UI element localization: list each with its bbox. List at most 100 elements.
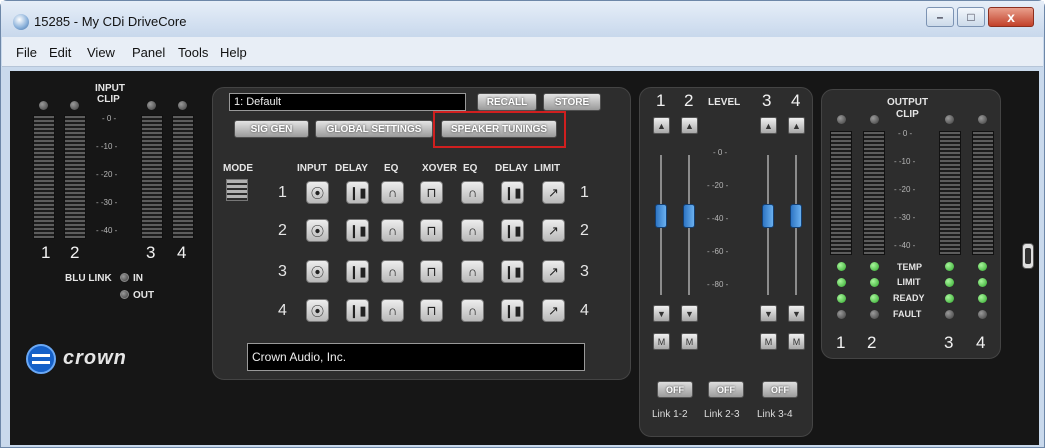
menu-tools[interactable]: Tools <box>178 45 208 60</box>
output-scale-0: - 0 - <box>898 129 913 138</box>
highlight-box <box>433 111 566 148</box>
eq-icon[interactable]: ∩ <box>381 299 404 322</box>
xover-icon[interactable]: ⊓ <box>420 260 443 283</box>
delay-output-icon[interactable]: ❙▮ <box>501 299 524 322</box>
level-fader-3[interactable] <box>762 204 774 228</box>
drivecore-panel: INPUT CLIP - 0 - - -10 - - -20 - - -30 -… <box>10 71 1039 445</box>
blu-link-in-radio[interactable] <box>120 273 129 282</box>
eq-filter-icon[interactable]: ∩ <box>461 219 484 242</box>
row-label-left: 4 <box>278 302 287 319</box>
delay-output-icon[interactable]: ❙▮ <box>501 219 524 242</box>
level-up-1[interactable]: ▲ <box>653 117 670 134</box>
row-label-right: 1 <box>580 184 589 201</box>
recall-button[interactable]: RECALL <box>477 93 537 111</box>
input-icon[interactable]: ⦿ <box>306 299 329 322</box>
limit-icon[interactable]: ↗ <box>542 181 565 204</box>
ready-label: READY <box>893 293 925 303</box>
store-button[interactable]: STORE <box>543 93 601 111</box>
link-1-2-button[interactable]: OFF <box>657 381 693 398</box>
level-ch-2: 2 <box>684 91 694 110</box>
delay-icon[interactable]: ❙▮ <box>346 181 369 204</box>
output-scale-40: - -40 - <box>894 241 916 250</box>
eq-filter-icon[interactable]: ∩ <box>461 181 484 204</box>
level-fader-2[interactable] <box>683 204 695 228</box>
limit-icon[interactable]: ↗ <box>542 260 565 283</box>
crown-logo-mark-2 <box>32 361 50 364</box>
level-down-2[interactable]: ▼ <box>681 305 698 322</box>
blu-link-out-radio[interactable] <box>120 290 129 299</box>
delay-icon[interactable]: ❙▮ <box>346 219 369 242</box>
limit-led-3 <box>945 278 954 287</box>
link-3-4-button[interactable]: OFF <box>762 381 798 398</box>
clip-led-2 <box>70 101 79 110</box>
mode-grid-icon[interactable] <box>226 179 248 201</box>
mute-button-4[interactable]: M <box>788 333 805 350</box>
xover-icon[interactable]: ⊓ <box>420 299 443 322</box>
input-icon[interactable]: ⦿ <box>306 260 329 283</box>
maximize-button[interactable]: □ <box>957 7 985 27</box>
limit-led-2 <box>870 278 879 287</box>
link-2-3-button[interactable]: OFF <box>708 381 744 398</box>
panel-nav-handle[interactable] <box>1022 243 1034 269</box>
global-settings-button[interactable]: GLOBAL SETTINGS <box>315 120 433 138</box>
input-header: INPUT <box>297 163 327 174</box>
level-fader-4[interactable] <box>790 204 802 228</box>
level-down-3[interactable]: ▼ <box>760 305 777 322</box>
level-ch-4: 4 <box>791 91 801 110</box>
ready-led-1 <box>837 294 846 303</box>
xover-icon[interactable]: ⊓ <box>420 219 443 242</box>
level-up-3[interactable]: ▲ <box>760 117 777 134</box>
output-channel-1: 1 <box>836 333 846 352</box>
limit-icon[interactable]: ↗ <box>542 299 565 322</box>
input-icon[interactable]: ⦿ <box>306 181 329 204</box>
eq-icon[interactable]: ∩ <box>381 181 404 204</box>
input-icon[interactable]: ⦿ <box>306 219 329 242</box>
row-label-right: 4 <box>580 302 589 319</box>
level-up-4[interactable]: ▲ <box>788 117 805 134</box>
close-button[interactable]: x <box>988 7 1034 27</box>
level-title: LEVEL <box>708 97 741 108</box>
fault-led-4 <box>978 310 987 319</box>
mute-button-3[interactable]: M <box>760 333 777 350</box>
level-up-2[interactable]: ▲ <box>681 117 698 134</box>
out-clip-led-3 <box>945 115 954 124</box>
menu-panel[interactable]: Panel <box>132 45 165 60</box>
output-channel-3: 3 <box>944 333 954 352</box>
input-channel-4: 4 <box>177 243 187 262</box>
row-label-left: 3 <box>278 263 287 280</box>
level-scale-40: - -40 - <box>707 214 729 223</box>
delay-output-icon[interactable]: ❙▮ <box>501 260 524 283</box>
eq-filter-icon[interactable]: ∩ <box>461 299 484 322</box>
blu-link-label: BLU LINK <box>65 273 112 284</box>
preset-field[interactable]: 1: Default <box>229 93 466 111</box>
input-channel-2: 2 <box>70 243 80 262</box>
menu-file[interactable]: File <box>16 45 37 60</box>
menu-edit[interactable]: Edit <box>49 45 71 60</box>
menu-help[interactable]: Help <box>220 45 247 60</box>
minimize-button[interactable]: – <box>926 7 954 27</box>
input-title: INPUT <box>95 83 125 94</box>
link-2-3-label: Link 2-3 <box>704 409 740 420</box>
sig-gen-button[interactable]: SIG GEN <box>234 120 309 138</box>
eq-icon[interactable]: ∩ <box>381 219 404 242</box>
mute-button-1[interactable]: M <box>653 333 670 350</box>
temp-led-2 <box>870 262 879 271</box>
delay-output-icon[interactable]: ❙▮ <box>501 181 524 204</box>
clip-led-3 <box>147 101 156 110</box>
row-label-right: 3 <box>580 263 589 280</box>
delay-icon[interactable]: ❙▮ <box>346 260 369 283</box>
title-bar: 15285 - My CDi DriveCore – □ x <box>1 1 1044 37</box>
level-down-4[interactable]: ▼ <box>788 305 805 322</box>
input-meter-2 <box>64 115 86 239</box>
eq-filter-icon[interactable]: ∩ <box>461 260 484 283</box>
mute-button-2[interactable]: M <box>681 333 698 350</box>
eq-icon[interactable]: ∩ <box>381 260 404 283</box>
level-fader-1[interactable] <box>655 204 667 228</box>
output-scale-10: - -10 - <box>894 157 916 166</box>
xover-icon[interactable]: ⊓ <box>420 181 443 204</box>
fault-led-3 <box>945 310 954 319</box>
limit-icon[interactable]: ↗ <box>542 219 565 242</box>
menu-view[interactable]: View <box>87 45 115 60</box>
level-down-1[interactable]: ▼ <box>653 305 670 322</box>
delay-icon[interactable]: ❙▮ <box>346 299 369 322</box>
